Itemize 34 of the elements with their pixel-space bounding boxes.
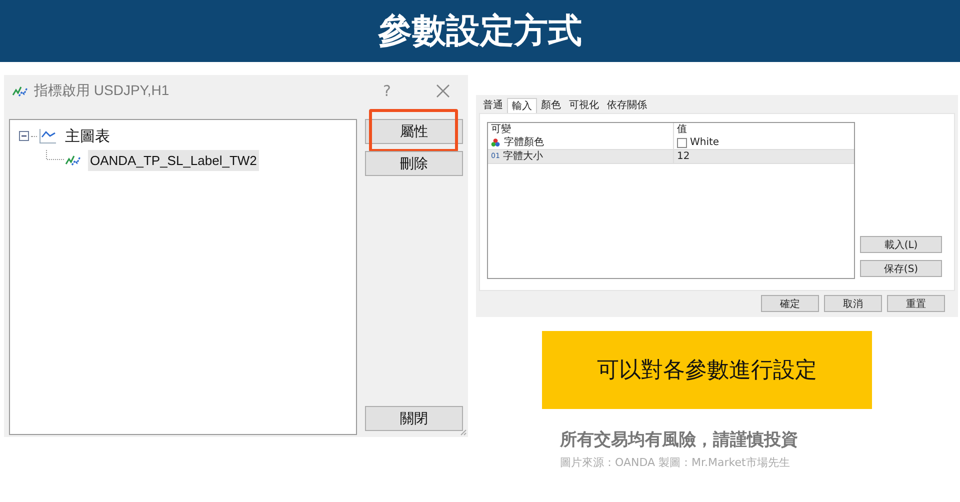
dialog-button[interactable]: 屬性 (365, 119, 463, 144)
tab[interactable]: 普通 (479, 98, 507, 113)
window-title: 指標啟用 USDJPY,H1 (34, 82, 170, 100)
color-swatch[interactable] (677, 138, 687, 148)
tree-item[interactable]: 主圖表 (65, 126, 110, 146)
disclaimer-text: 所有交易均有風險，請謹慎投資 (560, 429, 799, 451)
indicator-icon (65, 153, 81, 167)
indicator-icon (12, 84, 28, 98)
collapse-icon[interactable] (19, 131, 29, 141)
tab[interactable]: 輸入 (507, 98, 537, 113)
dialog-button[interactable]: 保存(S) (860, 260, 942, 277)
tab[interactable]: 依存關係 (603, 98, 651, 113)
tab[interactable]: 可視化 (565, 98, 603, 113)
tab[interactable]: 顏色 (537, 98, 565, 113)
resize-grip (460, 429, 467, 436)
dialog-button[interactable]: 確定 (761, 295, 819, 312)
dialog-button[interactable]: 刪除 (365, 151, 463, 176)
column-header: 值 (676, 123, 687, 136)
chart-icon (39, 128, 57, 144)
dialog-button[interactable]: 取消 (824, 295, 882, 312)
parameter-value: 12 (677, 150, 690, 163)
credit-text: 圖片來源：OANDA 製圖：Mr.Market市場先生 (560, 455, 791, 470)
close-icon (436, 84, 450, 98)
slide-title: 參數設定方式 (378, 10, 582, 53)
tree-item[interactable]: OANDA_TP_SL_Label_TW2 (88, 150, 259, 170)
parameter-name: 字體顏色 (504, 136, 544, 149)
parameter-value: White (690, 136, 720, 149)
close-button[interactable]: 關閉 (365, 406, 463, 431)
callout-label: 可以對各參數進行設定 (542, 331, 872, 409)
dialog-button[interactable]: 載入(L) (860, 236, 942, 253)
dialog-button[interactable]: 重置 (887, 295, 945, 312)
parameter-name: 字體大小 (502, 150, 543, 163)
palette-icon (491, 138, 500, 147)
column-header: 可變 (488, 123, 674, 136)
